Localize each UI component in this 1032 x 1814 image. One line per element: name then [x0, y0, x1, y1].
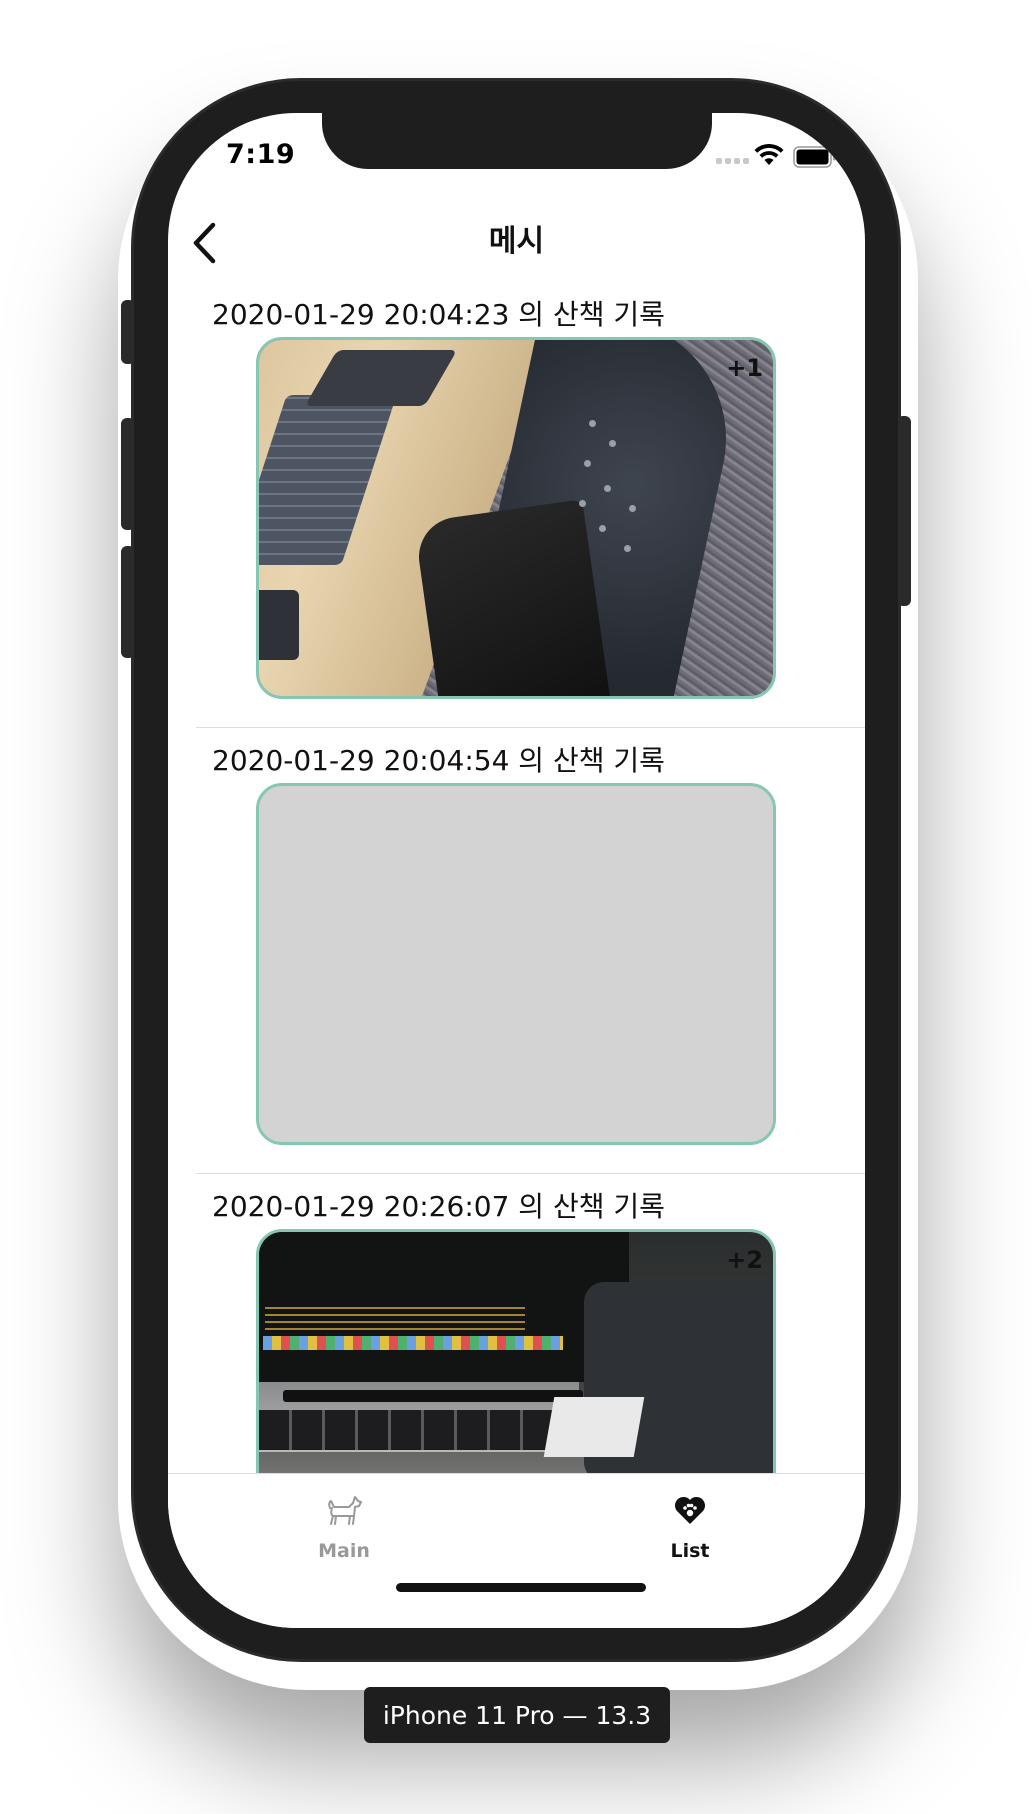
wifi-icon — [754, 144, 784, 165]
divider — [196, 1173, 865, 1174]
notch — [322, 113, 712, 169]
walk-photo-placeholder[interactable] — [256, 783, 776, 1145]
tab-label: List — [670, 1540, 710, 1562]
dog-icon — [328, 1496, 362, 1525]
list-item[interactable]: 2020-01-29 20:04:23 의 산책 기록 +1 — [168, 283, 865, 728]
extra-photos-badge: +2 — [726, 1246, 763, 1274]
battery-icon — [793, 146, 836, 168]
tab-label: Main — [318, 1540, 370, 1562]
phone-screen: 7:19 메시 2020-01-29 20:04:23 의 산책 기록 +1 2… — [168, 113, 865, 1628]
page-title: 메시 — [488, 224, 545, 259]
walk-record-title: 2020-01-29 20:26:07 의 산책 기록 — [212, 1190, 665, 1223]
heart-paw-icon — [674, 1496, 706, 1524]
simulator-device-label: iPhone 11 Pro — 13.3 — [364, 1687, 670, 1743]
walk-record-title: 2020-01-29 20:04:23 의 산책 기록 — [212, 298, 665, 331]
walk-record-title: 2020-01-29 20:04:54 의 산책 기록 — [212, 744, 665, 777]
home-indicator[interactable] — [396, 1583, 646, 1592]
tab-bar: Main List — [168, 1473, 865, 1628]
divider — [196, 727, 865, 728]
status-time: 7:19 — [226, 139, 296, 170]
cellular-signal-icon — [716, 158, 749, 164]
extra-photos-badge: +1 — [726, 354, 763, 382]
walk-records-list[interactable]: 2020-01-29 20:04:23 의 산책 기록 +1 2020-01-2… — [168, 283, 865, 1585]
tab-main[interactable]: Main — [244, 1474, 444, 1574]
walk-photo-card[interactable]: +1 — [256, 337, 776, 699]
tab-list[interactable]: List — [590, 1474, 790, 1574]
list-item[interactable]: 2020-01-29 20:04:54 의 산책 기록 — [168, 729, 865, 1174]
